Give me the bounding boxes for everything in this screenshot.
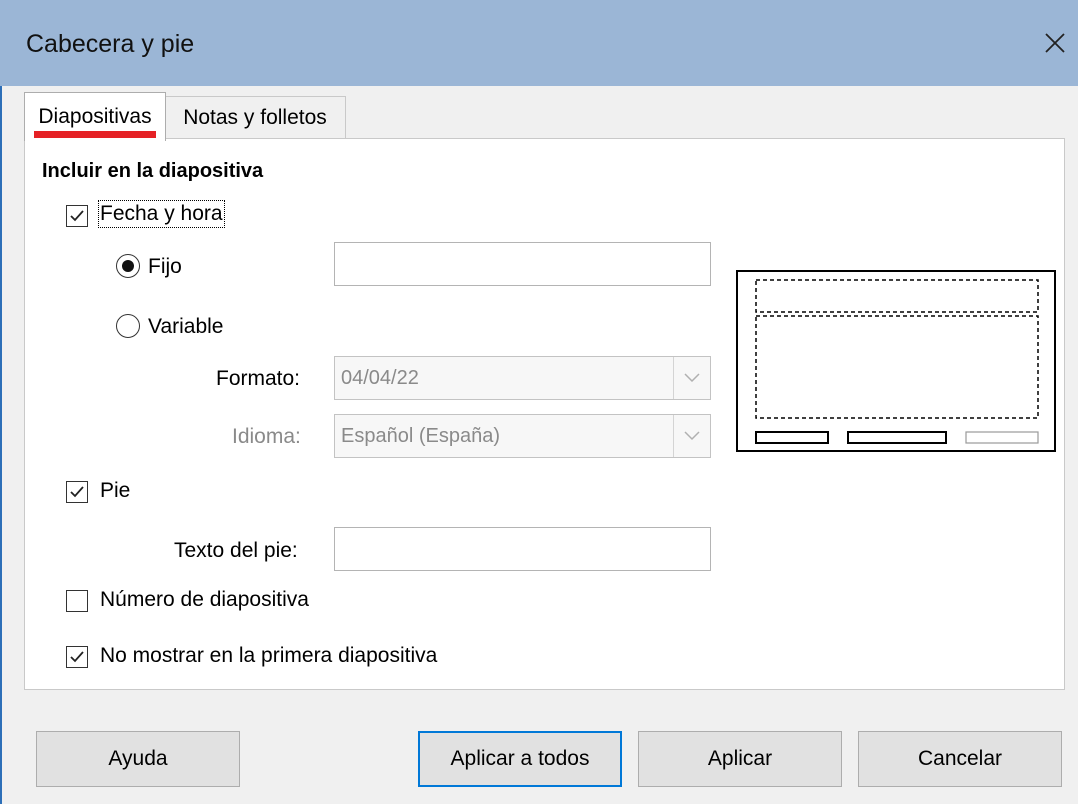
- tab-diapositivas-label: Diapositivas: [38, 105, 152, 128]
- layout-preview-graphic: [755, 279, 1039, 444]
- tab-notas-label: Notas y folletos: [183, 105, 327, 129]
- active-tab-indicator: [34, 131, 156, 138]
- slide-layout-preview: [736, 270, 1056, 452]
- language-label: Idioma:: [232, 425, 301, 448]
- footer-label[interactable]: Pie: [100, 479, 130, 503]
- fixed-label[interactable]: Fijo: [148, 255, 182, 279]
- fixed-radio[interactable]: [116, 254, 140, 278]
- close-button[interactable]: [1036, 24, 1074, 62]
- checkmark-icon: [70, 651, 84, 663]
- date-time-label[interactable]: Fecha y hora: [98, 200, 225, 228]
- tab-notas-y-folletos[interactable]: Notas y folletos: [164, 96, 346, 138]
- slide-number-label[interactable]: Número de diapositiva: [100, 588, 309, 612]
- format-select[interactable]: 04/04/22: [334, 356, 711, 400]
- format-label: Formato:: [216, 367, 301, 390]
- hide-first-slide-checkbox[interactable]: [66, 646, 88, 668]
- title-bar: Cabecera y pie: [0, 0, 1078, 86]
- footer-text-label: Texto del pie:: [174, 539, 298, 562]
- dialog-title: Cabecera y pie: [26, 30, 195, 58]
- footer-text-input[interactable]: [334, 527, 711, 571]
- help-button[interactable]: Ayuda: [36, 731, 240, 787]
- fixed-date-input[interactable]: [334, 242, 711, 286]
- variable-label[interactable]: Variable: [148, 315, 224, 339]
- close-icon: [1045, 33, 1065, 53]
- window-border: [0, 86, 2, 804]
- hide-first-slide-label[interactable]: No mostrar en la primera diapositiva: [100, 644, 437, 668]
- format-value: 04/04/22: [341, 366, 419, 389]
- checkmark-icon: [70, 210, 84, 222]
- section-heading: Incluir en la diapositiva: [42, 160, 264, 182]
- chevron-down-icon: [673, 357, 710, 399]
- cancel-button[interactable]: Cancelar: [858, 731, 1062, 787]
- date-time-checkbox[interactable]: [66, 205, 88, 227]
- checkmark-icon: [70, 486, 84, 498]
- language-select[interactable]: Español (España): [334, 414, 711, 458]
- footer-checkbox[interactable]: [66, 481, 88, 503]
- language-value: Español (España): [341, 424, 500, 447]
- chevron-down-icon: [673, 415, 710, 457]
- variable-radio[interactable]: [116, 314, 140, 338]
- apply-all-button[interactable]: Aplicar a todos: [418, 731, 622, 787]
- apply-button[interactable]: Aplicar: [638, 731, 842, 787]
- slide-number-checkbox[interactable]: [66, 590, 88, 612]
